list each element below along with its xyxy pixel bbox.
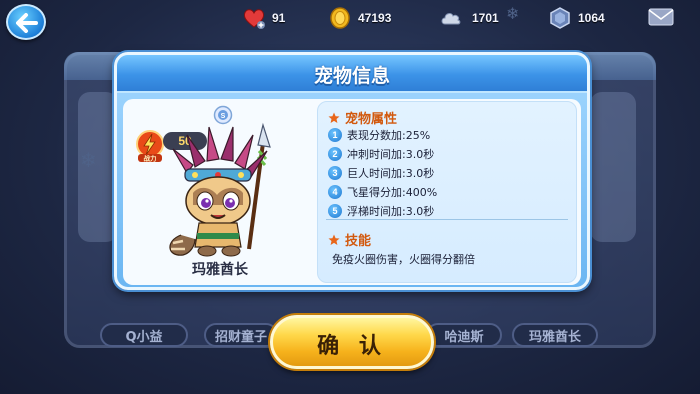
- pet-card: S 战力 50 玛雅酋长: [127, 103, 313, 281]
- section-divider: [326, 219, 568, 220]
- attribute-number-badge: 5: [328, 203, 342, 218]
- attribute-number-badge: 4: [328, 184, 342, 199]
- attribute-text: 浮梯时间加:3.0秒: [347, 204, 435, 218]
- star-icon: [328, 112, 340, 123]
- power-label: 战力: [144, 154, 158, 163]
- coins-counter: 47193: [328, 6, 391, 30]
- attribute-text: 冲刺时间加:3.0秒: [347, 147, 435, 161]
- dialog-header: 宠物信息: [117, 55, 587, 93]
- attribute-row: 5 浮梯时间加:3.0秒: [328, 202, 434, 219]
- attribute-number-badge: 2: [328, 146, 342, 161]
- confirm-label: 确 认: [317, 334, 387, 359]
- background-pet-name[interactable]: 玛雅酋长: [512, 323, 598, 347]
- back-button[interactable]: [6, 4, 46, 40]
- mail-icon[interactable]: [648, 8, 674, 26]
- attribute-row: 3 巨人时间加:3.0秒: [328, 164, 434, 181]
- clouds-value: 1701: [472, 11, 499, 25]
- blue-gem-icon: [550, 7, 570, 29]
- clouds-counter: 1701: [436, 6, 499, 30]
- gems-value: 1064: [578, 11, 605, 25]
- skill-title: 技能: [345, 234, 372, 249]
- attributes-title: 宠物属性: [345, 112, 398, 127]
- hearts-value: 91: [272, 11, 286, 25]
- skill-section-title: 技能: [328, 230, 371, 249]
- pet-attributes-panel: 宠物属性 1 表现分数加:25% 2 冲刺时间加:3.0秒 3 巨人时间加:3.…: [317, 101, 577, 283]
- attribute-number-badge: 3: [328, 165, 342, 180]
- snowflake-icon: ❄: [80, 148, 97, 172]
- top-bar: 91 47193 1701 1064: [0, 0, 700, 40]
- dialog-body: S 战力 50 玛雅酋长 宠物属性 1 表现分数加:25% 2 冲刺时间加:3.…: [123, 99, 581, 285]
- star-icon: [328, 234, 340, 245]
- heart-plus-icon: [243, 9, 265, 29]
- background-pet-name[interactable]: 招财童子: [204, 323, 278, 347]
- attribute-text: 巨人时间加:3.0秒: [347, 166, 435, 180]
- attribute-row: 4 飞星得分加:400%: [328, 183, 437, 200]
- confirm-button[interactable]: 确 认: [270, 315, 434, 369]
- pet-character-image: [169, 122, 271, 257]
- background-pet-name[interactable]: Q小益: [100, 323, 188, 347]
- attribute-row: 1 表现分数加:25%: [328, 126, 430, 143]
- attribute-row: 2 冲刺时间加:3.0秒: [328, 145, 434, 162]
- skill-description: 免疫火圈伤害，火圈得分翻倍: [332, 253, 475, 266]
- coins-value: 47193: [358, 11, 392, 25]
- gold-coin-icon: [330, 7, 350, 29]
- attributes-section-title: 宠物属性: [328, 108, 397, 127]
- hearts-counter: 91: [242, 6, 285, 30]
- cloud-icon: [441, 13, 461, 25]
- back-arrow-icon: [16, 13, 38, 33]
- dialog-title: 宠物信息: [313, 65, 390, 87]
- svg-text:S: S: [221, 113, 226, 120]
- background-pet-slot: [590, 92, 636, 242]
- background-pet-name[interactable]: 哈迪斯: [426, 323, 502, 347]
- pet-info-dialog: 宠物信息 S 战力 50 玛雅酋长 宠物属性 1 表现分数加:25% 2 冲刺时…: [114, 52, 590, 290]
- pet-name: 玛雅酋长: [192, 262, 248, 278]
- gems-counter: 1064: [548, 6, 605, 30]
- snowflake-icon: ❄: [506, 4, 520, 23]
- attribute-text: 表现分数加:25%: [347, 128, 431, 142]
- attribute-number-badge: 1: [328, 127, 342, 142]
- attribute-text: 飞星得分加:400%: [347, 185, 438, 199]
